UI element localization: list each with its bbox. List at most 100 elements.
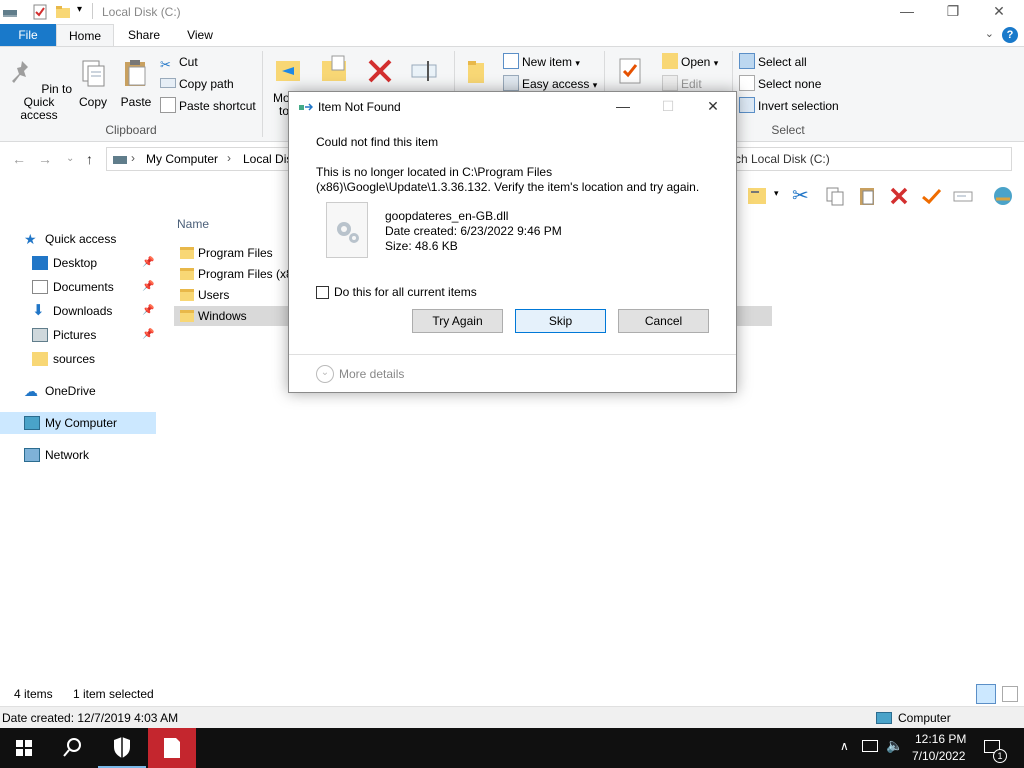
rename-button[interactable] <box>406 55 442 94</box>
cancel-button[interactable]: Cancel <box>618 309 709 333</box>
view-icon[interactable] <box>746 185 768 207</box>
file-thumbnail <box>326 202 368 258</box>
search-box[interactable]: ch Local Disk (C:) <box>722 147 1012 171</box>
dialog-heading: Could not find this item <box>316 135 439 149</box>
delete-button[interactable] <box>362 55 398 94</box>
breadcrumb-my-computer[interactable]: My Computer <box>146 152 218 166</box>
invert-selection-label: Invert selection <box>758 99 839 113</box>
nav-onedrive[interactable]: ☁ OneDrive <box>0 380 156 402</box>
scissors-icon[interactable]: ✂ <box>792 185 814 207</box>
cut-button[interactable]: ✂ Cut <box>160 52 198 72</box>
paste-shortcut-label: Paste shortcut <box>179 99 256 113</box>
more-details-link[interactable]: More details <box>339 367 404 381</box>
customize-quick-access-icon[interactable]: ▾ <box>77 4 82 15</box>
copy-icon[interactable] <box>824 185 846 207</box>
rename-icon[interactable] <box>952 185 974 207</box>
select-all-button[interactable]: Select all <box>739 52 807 72</box>
nav-pictures[interactable]: Pictures 📌 <box>0 324 156 346</box>
checkmark-icon[interactable] <box>920 185 942 207</box>
properties-icon[interactable] <box>32 4 48 20</box>
pin-icon <box>11 61 28 83</box>
chevron-down-icon[interactable]: ⌄ <box>316 365 334 383</box>
search-button[interactable] <box>48 728 96 768</box>
select-none-label: Select none <box>758 77 822 91</box>
maximize-button[interactable]: ❐ <box>930 0 976 24</box>
nav-documents[interactable]: Documents 📌 <box>0 276 156 298</box>
nav-label: OneDrive <box>45 384 96 398</box>
network-shell-icon[interactable] <box>992 185 1014 207</box>
dialog-close-button[interactable]: ✕ <box>690 92 736 122</box>
taskbar-security-app[interactable] <box>98 728 146 768</box>
back-arrow-icon[interactable]: ← <box>12 151 26 167</box>
details-view-icon[interactable] <box>976 684 996 704</box>
close-button[interactable]: ✕ <box>976 0 1022 24</box>
select-none-button[interactable]: Select none <box>739 74 821 94</box>
dialog-minimize-button[interactable]: — <box>600 92 646 122</box>
new-item-icon <box>503 53 519 69</box>
pin-icon[interactable]: 📌 <box>142 324 154 346</box>
star-icon: ★ <box>24 231 37 247</box>
properties-button[interactable] <box>612 55 648 94</box>
network-status-icon[interactable] <box>862 740 878 752</box>
search-input[interactable]: ch Local Disk (C:) <box>735 152 830 166</box>
breadcrumb-chevron-icon[interactable]: › <box>131 151 135 165</box>
new-item-button[interactable]: New item ▾ <box>503 52 580 72</box>
help-icon[interactable]: ? <box>1002 27 1018 43</box>
volume-icon[interactable]: 🔈 <box>886 737 903 754</box>
pin-icon[interactable]: 📌 <box>142 252 154 274</box>
nav-quick-access[interactable]: ★ Quick access <box>0 228 156 250</box>
skip-button[interactable]: Skip <box>515 309 606 333</box>
tab-home[interactable]: Home <box>56 24 114 46</box>
show-hidden-icons-icon[interactable]: ∧ <box>840 739 849 753</box>
nav-downloads[interactable]: ⬇ Downloads 📌 <box>0 300 156 322</box>
delete-icon[interactable] <box>888 185 910 207</box>
scissors-icon: ✂ <box>160 57 171 72</box>
up-arrow-icon[interactable]: ↑ <box>86 151 93 167</box>
paste-shortcut-button[interactable]: Paste shortcut <box>160 96 256 116</box>
file-move-icon <box>299 103 313 111</box>
invert-selection-button[interactable]: Invert selection <box>739 96 839 116</box>
collapse-ribbon-icon[interactable]: ⌄ <box>985 27 994 40</box>
nav-desktop[interactable]: Desktop 📌 <box>0 252 156 274</box>
try-again-button[interactable]: Try Again <box>412 309 503 333</box>
taskbar-document-app[interactable] <box>148 728 196 768</box>
breadcrumb-chevron-icon[interactable]: › <box>227 151 231 165</box>
new-folder-icon[interactable] <box>55 4 71 20</box>
apply-to-all-checkbox[interactable] <box>316 286 329 299</box>
nav-label: Documents <box>53 280 114 294</box>
minimize-button[interactable]: — <box>884 0 930 24</box>
computer-icon <box>24 416 40 430</box>
clock-time[interactable]: 12:16 PM <box>915 732 966 746</box>
pin-icon[interactable]: 📌 <box>142 276 154 298</box>
recent-locations-icon[interactable]: ⌄ <box>66 153 74 164</box>
move-to-button[interactable] <box>270 53 306 92</box>
start-button[interactable] <box>0 728 48 768</box>
view-dropdown-icon[interactable]: ▾ <box>774 188 779 199</box>
nav-my-computer[interactable]: My Computer <box>0 412 156 434</box>
copy-to-icon <box>322 55 346 81</box>
copy-to-button[interactable] <box>316 53 352 92</box>
nav-sources[interactable]: sources <box>0 348 156 370</box>
forward-arrow-icon[interactable]: → <box>38 151 52 167</box>
open-button[interactable]: Open ▾ <box>662 52 718 72</box>
new-folder-button[interactable] <box>460 55 496 94</box>
new-item-label: New item <box>522 55 573 69</box>
open-icon <box>662 53 678 69</box>
file-name: goopdateres_en-GB.dll <box>385 209 509 223</box>
column-header-name[interactable]: Name <box>177 217 209 231</box>
status-bar: 4 items 1 item selected <box>0 684 1024 706</box>
pin-to-quick-access-button[interactable]: Pin to Quick access <box>4 57 74 122</box>
folder-icon <box>180 310 194 322</box>
pin-icon[interactable]: 📌 <box>142 300 154 322</box>
nav-network[interactable]: Network <box>0 444 156 466</box>
clock-date[interactable]: 7/10/2022 <box>912 749 965 763</box>
copy-path-button[interactable]: Copy path <box>160 74 234 94</box>
paste-button[interactable]: Paste <box>118 57 154 109</box>
paste-icon[interactable] <box>856 185 878 207</box>
tab-share[interactable]: Share <box>116 24 172 46</box>
apply-to-all-label[interactable]: Do this for all current items <box>334 285 477 299</box>
large-icons-view-icon[interactable] <box>1002 686 1018 702</box>
tab-view[interactable]: View <box>174 24 226 46</box>
copy-button[interactable]: Copy <box>76 57 110 109</box>
tab-file[interactable]: File <box>0 24 56 46</box>
